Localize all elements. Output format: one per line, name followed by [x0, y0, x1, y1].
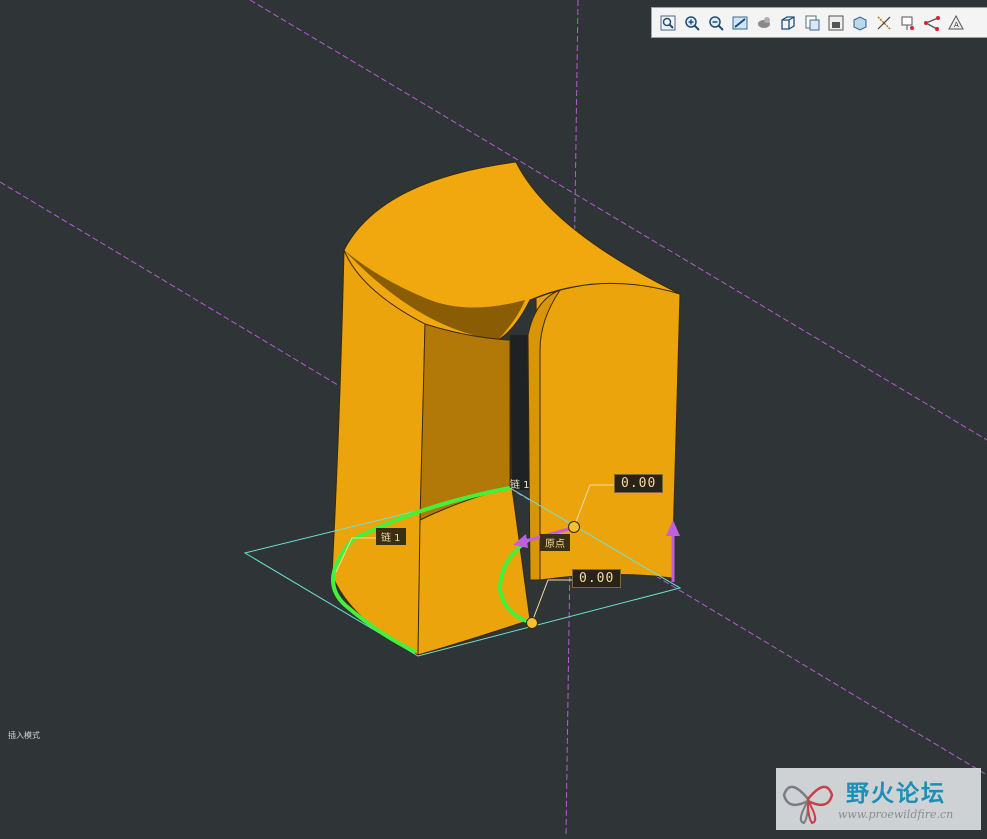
- csys-icon[interactable]: [921, 12, 943, 34]
- forum-watermark: 野火论坛 www.proewildfire.cn: [776, 768, 981, 830]
- watermark-title: 野火论坛: [846, 781, 946, 807]
- butterfly-logo-icon: [782, 785, 834, 825]
- watermark-url: www.proewildfire.cn: [838, 808, 954, 821]
- refit-icon[interactable]: [657, 12, 679, 34]
- dimension-value-bottom[interactable]: 0.00: [572, 569, 622, 588]
- repaint-icon[interactable]: [729, 12, 751, 34]
- zoom-out-icon[interactable]: [705, 12, 727, 34]
- layer-icon[interactable]: [825, 12, 847, 34]
- shading-icon[interactable]: [753, 12, 775, 34]
- surface-front-panel[interactable]: [417, 487, 531, 656]
- view-orientation-icon[interactable]: [777, 12, 799, 34]
- datum-point-icon[interactable]: [897, 12, 919, 34]
- leader-dim-bottom: [531, 579, 549, 623]
- drag-handle-top[interactable]: [568, 521, 580, 533]
- chain-label[interactable]: 链 1: [376, 528, 406, 545]
- zoom-in-icon[interactable]: [681, 12, 703, 34]
- origin-label[interactable]: 原点: [540, 534, 570, 551]
- drag-handle-bottom[interactable]: [526, 617, 538, 629]
- surface-inner-slot: [510, 335, 530, 490]
- dimension-value-top[interactable]: 0.00: [614, 474, 664, 493]
- view-manager-icon[interactable]: [849, 12, 871, 34]
- insert-mode-status: 插入模式: [8, 731, 40, 740]
- datum-axis-icon[interactable]: [873, 12, 895, 34]
- svg-text:A: A: [954, 21, 959, 29]
- saved-views-icon[interactable]: [801, 12, 823, 34]
- annotation-icon[interactable]: A: [945, 12, 967, 34]
- chain-label-top: 链 1: [510, 480, 530, 491]
- model-canvas[interactable]: [0, 0, 987, 836]
- graphics-window[interactable]: A 0.00 0.00 链 1 原点 链 1 插入模式 野火论坛 www.pro…: [0, 0, 987, 836]
- view-toolbar: A: [651, 7, 987, 38]
